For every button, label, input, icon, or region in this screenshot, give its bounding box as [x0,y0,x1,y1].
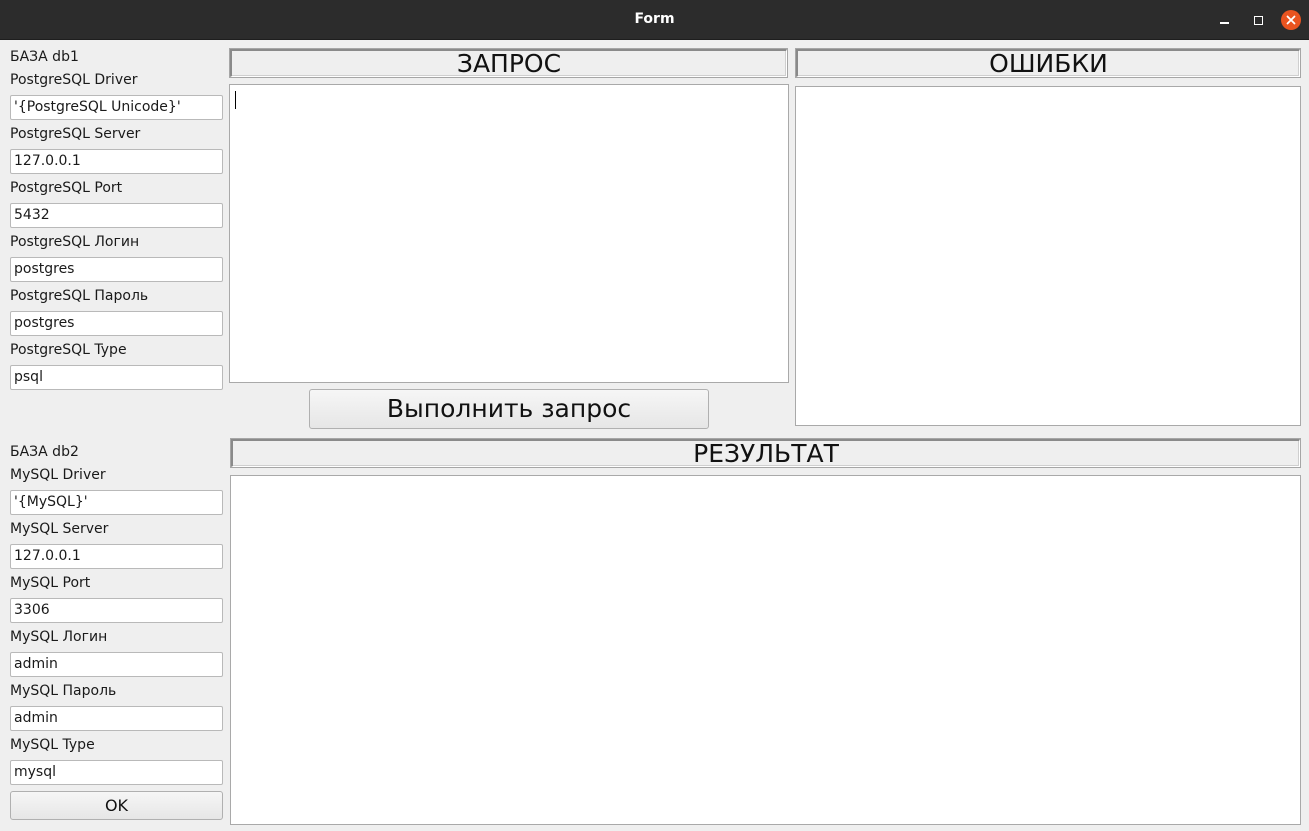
ok-button[interactable]: OK [10,791,223,820]
minimize-icon [1219,22,1229,24]
mysql-password-label: MySQL Пароль [10,683,117,699]
text-caret [235,91,236,109]
mysql-type-input[interactable]: mysql [10,760,223,785]
window-title: Form [634,11,675,27]
maximize-button[interactable] [1248,10,1268,30]
mysql-server-input[interactable]: 127.0.0.1 [10,544,223,569]
pg-server-label: PostgreSQL Server [10,126,141,142]
mysql-port-label: MySQL Port [10,575,91,591]
pg-login-label: PostgreSQL Логин [10,234,140,250]
title-bar: Form [0,0,1309,40]
minimize-button[interactable] [1214,10,1234,30]
close-icon [1286,15,1296,25]
pg-driver-label: PostgreSQL Driver [10,72,138,88]
pg-type-input[interactable]: psql [10,365,223,390]
maximize-icon [1253,15,1263,25]
mysql-login-label: MySQL Логин [10,629,108,645]
mysql-type-label: MySQL Type [10,737,95,753]
mysql-driver-input[interactable]: '{MySQL}' [10,490,223,515]
pg-password-label: PostgreSQL Пароль [10,288,149,304]
mysql-driver-label: MySQL Driver [10,467,106,483]
query-editor[interactable] [229,84,789,383]
pg-port-input[interactable]: 5432 [10,203,223,228]
mysql-password-input[interactable]: admin [10,706,223,731]
errors-header: ОШИБКИ [796,49,1300,77]
pg-type-label: PostgreSQL Type [10,342,127,358]
errors-output[interactable] [795,86,1301,426]
query-header: ЗАПРОС [230,49,787,77]
mysql-port-input[interactable]: 3306 [10,598,223,623]
run-query-button[interactable]: Выполнить запрос [309,389,709,429]
close-button[interactable] [1281,10,1301,30]
mysql-login-input[interactable]: admin [10,652,223,677]
result-header: РЕЗУЛЬТАТ [231,439,1300,467]
pg-driver-input[interactable]: '{PostgreSQL Unicode}' [10,95,223,120]
pg-login-input[interactable]: postgres [10,257,223,282]
db1-heading: БАЗА db1 [10,49,79,65]
form-window: Form БАЗА db1 PostgreSQL Driver '{Postgr… [0,0,1309,831]
result-output[interactable] [230,475,1301,825]
pg-server-input[interactable]: 127.0.0.1 [10,149,223,174]
pg-password-input[interactable]: postgres [10,311,223,336]
mysql-server-label: MySQL Server [10,521,109,537]
db2-heading: БАЗА db2 [10,444,79,460]
pg-port-label: PostgreSQL Port [10,180,123,196]
